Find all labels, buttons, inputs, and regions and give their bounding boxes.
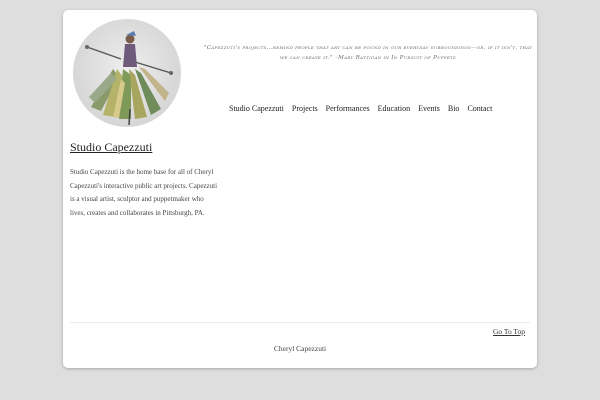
intro-paragraph: Studio Capezzuti is the home base for al…	[70, 168, 218, 218]
nav-item-projects[interactable]: Projects	[288, 104, 322, 113]
header-quote: "Capezzuti's projects...remind people th…	[203, 45, 533, 61]
nav-item-contact[interactable]: Contact	[463, 104, 496, 113]
nav-item-events[interactable]: Events	[414, 104, 444, 113]
footer-credit: Cheryl Capezzuti	[273, 344, 327, 353]
nav-item-education[interactable]: Education	[374, 104, 414, 113]
nav-item-bio[interactable]: Bio	[444, 104, 464, 113]
nav-item-performances[interactable]: Performances	[322, 104, 374, 113]
nav-item-studio-capezzuti[interactable]: Studio Capezzuti	[225, 104, 288, 113]
page-title[interactable]: Studio Capezzuti	[70, 140, 152, 155]
footer-divider	[70, 322, 530, 323]
puppet-figure-icon	[85, 31, 173, 126]
page-container: "Capezzuti's projects...remind people th…	[63, 10, 537, 368]
site-logo[interactable]	[73, 19, 181, 127]
go-to-top-link[interactable]: Go To Top	[493, 327, 525, 336]
main-navigation: Studio Capezzuti Projects Performances E…	[225, 104, 496, 113]
